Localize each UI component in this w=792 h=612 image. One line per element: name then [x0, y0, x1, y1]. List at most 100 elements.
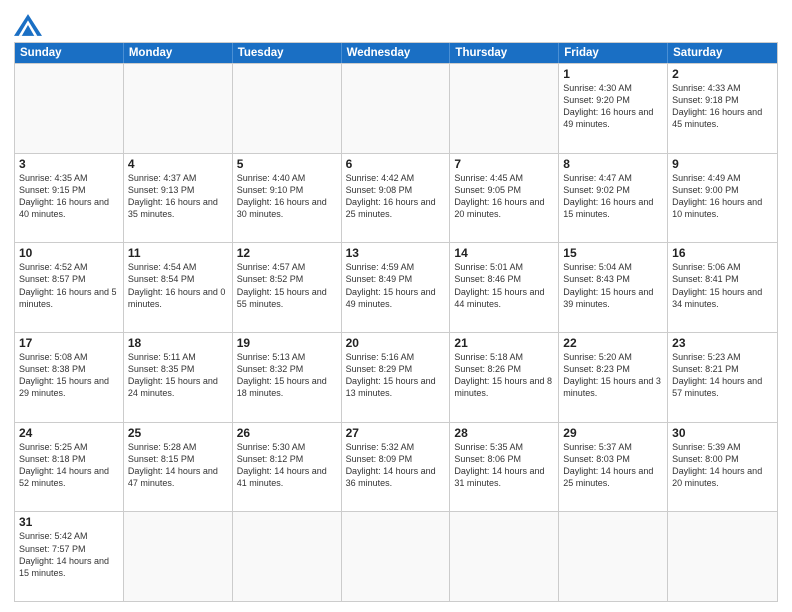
calendar-cell-2-1: 11Sunrise: 4:54 AM Sunset: 8:54 PM Dayli…	[124, 243, 233, 332]
weekday-header-friday: Friday	[559, 43, 668, 63]
day-number: 2	[672, 67, 773, 81]
day-info: Sunrise: 5:28 AM Sunset: 8:15 PM Dayligh…	[128, 441, 228, 490]
day-info: Sunrise: 4:52 AM Sunset: 8:57 PM Dayligh…	[19, 261, 119, 310]
calendar-cell-2-6: 16Sunrise: 5:06 AM Sunset: 8:41 PM Dayli…	[668, 243, 777, 332]
calendar-cell-4-2: 26Sunrise: 5:30 AM Sunset: 8:12 PM Dayli…	[233, 423, 342, 512]
day-info: Sunrise: 5:35 AM Sunset: 8:06 PM Dayligh…	[454, 441, 554, 490]
calendar-cell-5-1	[124, 512, 233, 601]
calendar-cell-5-4	[450, 512, 559, 601]
day-number: 24	[19, 426, 119, 440]
calendar-cell-4-6: 30Sunrise: 5:39 AM Sunset: 8:00 PM Dayli…	[668, 423, 777, 512]
calendar-cell-5-5	[559, 512, 668, 601]
day-number: 21	[454, 336, 554, 350]
calendar-cell-1-0: 3Sunrise: 4:35 AM Sunset: 9:15 PM Daylig…	[15, 154, 124, 243]
calendar-cell-1-1: 4Sunrise: 4:37 AM Sunset: 9:13 PM Daylig…	[124, 154, 233, 243]
calendar-cell-5-3	[342, 512, 451, 601]
day-number: 5	[237, 157, 337, 171]
day-info: Sunrise: 5:25 AM Sunset: 8:18 PM Dayligh…	[19, 441, 119, 490]
day-number: 25	[128, 426, 228, 440]
day-info: Sunrise: 4:49 AM Sunset: 9:00 PM Dayligh…	[672, 172, 773, 221]
day-info: Sunrise: 4:42 AM Sunset: 9:08 PM Dayligh…	[346, 172, 446, 221]
page: SundayMondayTuesdayWednesdayThursdayFrid…	[0, 0, 792, 612]
day-number: 26	[237, 426, 337, 440]
calendar-cell-4-3: 27Sunrise: 5:32 AM Sunset: 8:09 PM Dayli…	[342, 423, 451, 512]
calendar-cell-5-6	[668, 512, 777, 601]
day-number: 9	[672, 157, 773, 171]
calendar-cell-5-0: 31Sunrise: 5:42 AM Sunset: 7:57 PM Dayli…	[15, 512, 124, 601]
day-info: Sunrise: 5:11 AM Sunset: 8:35 PM Dayligh…	[128, 351, 228, 400]
weekday-header-wednesday: Wednesday	[342, 43, 451, 63]
day-info: Sunrise: 5:32 AM Sunset: 8:09 PM Dayligh…	[346, 441, 446, 490]
calendar-cell-4-0: 24Sunrise: 5:25 AM Sunset: 8:18 PM Dayli…	[15, 423, 124, 512]
calendar-cell-1-3: 6Sunrise: 4:42 AM Sunset: 9:08 PM Daylig…	[342, 154, 451, 243]
calendar-cell-3-4: 21Sunrise: 5:18 AM Sunset: 8:26 PM Dayli…	[450, 333, 559, 422]
day-info: Sunrise: 5:20 AM Sunset: 8:23 PM Dayligh…	[563, 351, 663, 400]
calendar-row-4: 24Sunrise: 5:25 AM Sunset: 8:18 PM Dayli…	[15, 422, 777, 512]
calendar-body: 1Sunrise: 4:30 AM Sunset: 9:20 PM Daylig…	[15, 63, 777, 601]
calendar-cell-3-1: 18Sunrise: 5:11 AM Sunset: 8:35 PM Dayli…	[124, 333, 233, 422]
day-number: 29	[563, 426, 663, 440]
calendar-row-3: 17Sunrise: 5:08 AM Sunset: 8:38 PM Dayli…	[15, 332, 777, 422]
day-number: 7	[454, 157, 554, 171]
calendar-cell-2-3: 13Sunrise: 4:59 AM Sunset: 8:49 PM Dayli…	[342, 243, 451, 332]
day-number: 20	[346, 336, 446, 350]
calendar-cell-3-6: 23Sunrise: 5:23 AM Sunset: 8:21 PM Dayli…	[668, 333, 777, 422]
day-info: Sunrise: 5:06 AM Sunset: 8:41 PM Dayligh…	[672, 261, 773, 310]
calendar-cell-3-3: 20Sunrise: 5:16 AM Sunset: 8:29 PM Dayli…	[342, 333, 451, 422]
day-number: 10	[19, 246, 119, 260]
day-number: 19	[237, 336, 337, 350]
day-info: Sunrise: 5:08 AM Sunset: 8:38 PM Dayligh…	[19, 351, 119, 400]
day-info: Sunrise: 4:45 AM Sunset: 9:05 PM Dayligh…	[454, 172, 554, 221]
day-number: 15	[563, 246, 663, 260]
day-info: Sunrise: 4:33 AM Sunset: 9:18 PM Dayligh…	[672, 82, 773, 131]
calendar-cell-5-2	[233, 512, 342, 601]
calendar-header-row: SundayMondayTuesdayWednesdayThursdayFrid…	[15, 43, 777, 63]
calendar-row-2: 10Sunrise: 4:52 AM Sunset: 8:57 PM Dayli…	[15, 242, 777, 332]
day-info: Sunrise: 5:30 AM Sunset: 8:12 PM Dayligh…	[237, 441, 337, 490]
day-number: 16	[672, 246, 773, 260]
day-info: Sunrise: 5:42 AM Sunset: 7:57 PM Dayligh…	[19, 530, 119, 579]
day-number: 14	[454, 246, 554, 260]
calendar-cell-0-3	[342, 64, 451, 153]
calendar-cell-4-1: 25Sunrise: 5:28 AM Sunset: 8:15 PM Dayli…	[124, 423, 233, 512]
day-number: 1	[563, 67, 663, 81]
calendar-cell-1-2: 5Sunrise: 4:40 AM Sunset: 9:10 PM Daylig…	[233, 154, 342, 243]
day-number: 27	[346, 426, 446, 440]
day-info: Sunrise: 5:39 AM Sunset: 8:00 PM Dayligh…	[672, 441, 773, 490]
calendar-cell-0-1	[124, 64, 233, 153]
day-info: Sunrise: 5:18 AM Sunset: 8:26 PM Dayligh…	[454, 351, 554, 400]
day-number: 8	[563, 157, 663, 171]
day-number: 18	[128, 336, 228, 350]
calendar-cell-1-6: 9Sunrise: 4:49 AM Sunset: 9:00 PM Daylig…	[668, 154, 777, 243]
calendar-cell-2-2: 12Sunrise: 4:57 AM Sunset: 8:52 PM Dayli…	[233, 243, 342, 332]
day-info: Sunrise: 5:13 AM Sunset: 8:32 PM Dayligh…	[237, 351, 337, 400]
day-number: 12	[237, 246, 337, 260]
calendar-cell-4-5: 29Sunrise: 5:37 AM Sunset: 8:03 PM Dayli…	[559, 423, 668, 512]
day-info: Sunrise: 4:57 AM Sunset: 8:52 PM Dayligh…	[237, 261, 337, 310]
header	[14, 10, 778, 36]
day-number: 30	[672, 426, 773, 440]
calendar-cell-3-0: 17Sunrise: 5:08 AM Sunset: 8:38 PM Dayli…	[15, 333, 124, 422]
calendar-cell-2-5: 15Sunrise: 5:04 AM Sunset: 8:43 PM Dayli…	[559, 243, 668, 332]
calendar-cell-1-4: 7Sunrise: 4:45 AM Sunset: 9:05 PM Daylig…	[450, 154, 559, 243]
calendar-row-0: 1Sunrise: 4:30 AM Sunset: 9:20 PM Daylig…	[15, 63, 777, 153]
calendar-cell-0-0	[15, 64, 124, 153]
day-number: 4	[128, 157, 228, 171]
day-info: Sunrise: 5:04 AM Sunset: 8:43 PM Dayligh…	[563, 261, 663, 310]
weekday-header-monday: Monday	[124, 43, 233, 63]
day-info: Sunrise: 4:47 AM Sunset: 9:02 PM Dayligh…	[563, 172, 663, 221]
day-info: Sunrise: 4:59 AM Sunset: 8:49 PM Dayligh…	[346, 261, 446, 310]
day-info: Sunrise: 4:30 AM Sunset: 9:20 PM Dayligh…	[563, 82, 663, 131]
weekday-header-saturday: Saturday	[668, 43, 777, 63]
day-info: Sunrise: 5:23 AM Sunset: 8:21 PM Dayligh…	[672, 351, 773, 400]
calendar-cell-4-4: 28Sunrise: 5:35 AM Sunset: 8:06 PM Dayli…	[450, 423, 559, 512]
calendar-cell-2-0: 10Sunrise: 4:52 AM Sunset: 8:57 PM Dayli…	[15, 243, 124, 332]
calendar-cell-0-4	[450, 64, 559, 153]
day-number: 13	[346, 246, 446, 260]
day-number: 22	[563, 336, 663, 350]
day-info: Sunrise: 5:16 AM Sunset: 8:29 PM Dayligh…	[346, 351, 446, 400]
calendar-cell-3-5: 22Sunrise: 5:20 AM Sunset: 8:23 PM Dayli…	[559, 333, 668, 422]
day-info: Sunrise: 4:35 AM Sunset: 9:15 PM Dayligh…	[19, 172, 119, 221]
weekday-header-thursday: Thursday	[450, 43, 559, 63]
weekday-header-tuesday: Tuesday	[233, 43, 342, 63]
